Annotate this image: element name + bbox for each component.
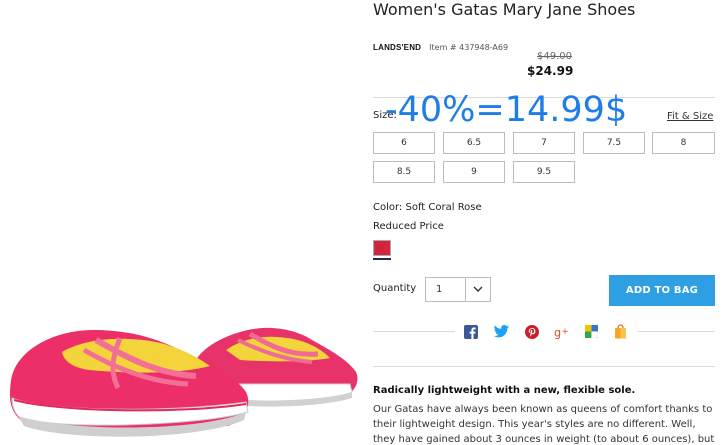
share-divider-left xyxy=(373,331,455,332)
twitter-icon[interactable] xyxy=(494,324,509,339)
color-swatch-soft-coral-rose[interactable] xyxy=(373,240,391,256)
divider-bottom xyxy=(373,366,715,367)
quantity-label: Quantity xyxy=(373,283,417,294)
shopping-bag-icon[interactable] xyxy=(613,324,628,339)
description-line: Our Gatas have always been known as quee… xyxy=(373,404,713,415)
size-option-8-5[interactable]: 8.5 xyxy=(373,161,435,183)
original-price: $49.00 xyxy=(537,51,572,62)
fit-size-link[interactable]: Fit & Size xyxy=(667,111,713,122)
description-line: their lightweight design. This year's st… xyxy=(373,419,696,430)
product-image[interactable] xyxy=(0,300,362,445)
add-to-bag-button[interactable]: ADD TO BAG xyxy=(609,275,715,306)
brand-row: LANDS'END Item # 437948-A69 xyxy=(373,40,508,54)
facebook-icon[interactable] xyxy=(463,324,478,339)
swatch-selected-indicator xyxy=(373,258,391,260)
size-option-8[interactable]: 8 xyxy=(652,132,715,154)
size-option-6-5[interactable]: 6.5 xyxy=(443,132,505,154)
chevron-down-icon[interactable] xyxy=(465,278,490,301)
sale-price: $24.99 xyxy=(527,64,574,78)
size-option-6[interactable]: 6 xyxy=(373,132,435,154)
item-number: Item # 437948-A69 xyxy=(429,42,509,52)
google-plus-icon[interactable]: g + xyxy=(554,324,569,339)
svg-text:+: + xyxy=(562,325,569,335)
discount-annotation: -40%=14.99$ xyxy=(385,90,628,130)
size-option-7-5[interactable]: 7.5 xyxy=(583,132,645,154)
share-divider-right xyxy=(638,331,715,332)
delicious-icon[interactable] xyxy=(584,324,599,339)
pinterest-icon[interactable] xyxy=(524,324,539,339)
quantity-select[interactable]: 1 xyxy=(425,277,491,302)
brand-logo: LANDS'END xyxy=(373,42,422,52)
size-option-9-5[interactable]: 9.5 xyxy=(513,161,575,183)
quantity-value: 1 xyxy=(436,284,443,295)
color-label: Color: Soft Coral Rose xyxy=(373,202,482,213)
product-title: Women's Gatas Mary Jane Shoes xyxy=(373,0,636,19)
reduced-price-label: Reduced Price xyxy=(373,221,444,232)
description-heading: Radically lightweight with a new, flexib… xyxy=(373,385,636,396)
svg-text:g: g xyxy=(554,326,561,338)
size-option-7[interactable]: 7 xyxy=(513,132,575,154)
description-line: they have gained about 3 ounces in weigh… xyxy=(373,434,715,445)
size-option-9[interactable]: 9 xyxy=(443,161,505,183)
